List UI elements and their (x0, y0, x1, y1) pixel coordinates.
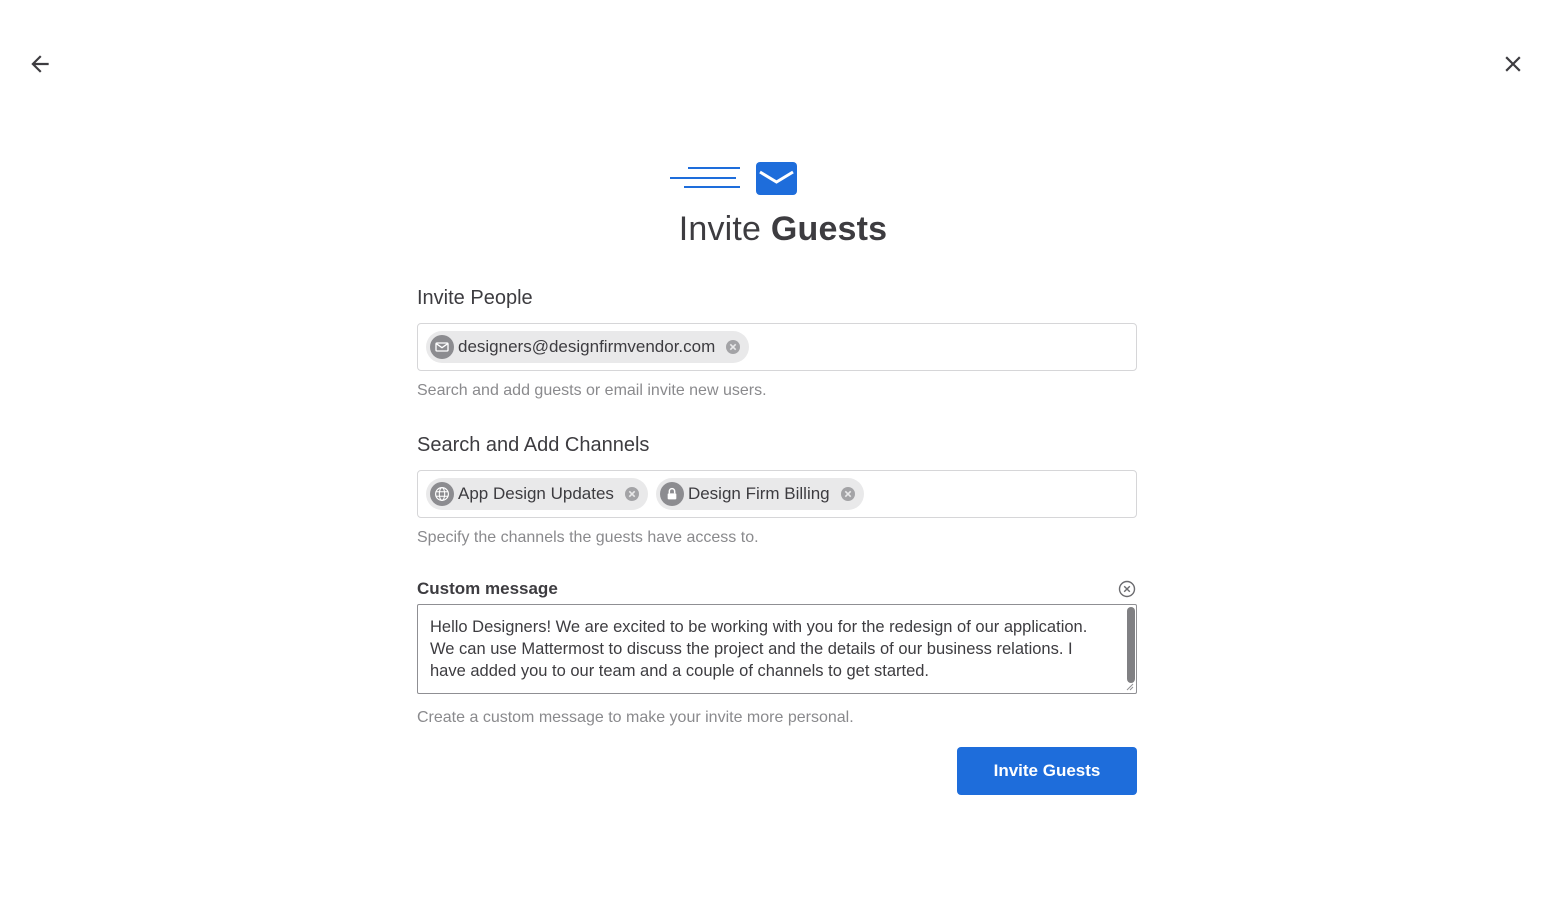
close-button[interactable] (1497, 48, 1529, 80)
remove-chip-icon[interactable] (723, 337, 743, 357)
channel-chip: Design Firm Billing (655, 478, 864, 510)
page-title: Invite Guests (0, 210, 1566, 249)
clear-circle-icon (1118, 580, 1136, 598)
custom-message-help: Create a custom message to make your inv… (417, 709, 854, 726)
channels-help: Specify the channels the guests have acc… (417, 529, 759, 546)
back-button[interactable] (24, 48, 56, 80)
invite-chip-label: designers@designfirmvendor.com (458, 337, 716, 356)
channel-chip: App Design Updates (426, 478, 648, 510)
invite-people-help: Search and add guests or email invite ne… (417, 382, 767, 399)
clear-message-button[interactable] (1117, 579, 1137, 599)
invite-form: Invite People designers@designfirmvendor… (417, 284, 1137, 728)
title-emphasis: Guests (770, 210, 888, 248)
arrow-left-icon (31, 55, 49, 73)
channel-chip-label: Design Firm Billing (687, 484, 830, 503)
custom-message-header: Custom message (417, 579, 1137, 599)
textarea-scrollbar[interactable] (1127, 607, 1135, 683)
invite-people-input[interactable]: designers@designfirmvendor.com (417, 323, 1137, 371)
invite-chip: designers@designfirmvendor.com (426, 331, 750, 363)
channels-label: Search and Add Channels (417, 434, 650, 456)
envelope-sending-icon (670, 162, 797, 195)
custom-message-textarea[interactable]: Hello Designers! We are excited to be wo… (417, 604, 1137, 694)
channel-chip-label: App Design Updates (458, 484, 614, 503)
lock-icon (659, 482, 684, 506)
custom-message-text: Hello Designers! We are excited to be wo… (430, 618, 1088, 680)
invite-people-label: Invite People (417, 287, 533, 309)
title-prefix: Invite (678, 210, 762, 248)
custom-message-label: Custom message (417, 579, 558, 598)
invite-guests-modal: Invite Guests Invite People designers@de… (0, 0, 1566, 915)
email-icon (430, 335, 454, 359)
remove-chip-icon[interactable] (838, 484, 858, 504)
resize-handle-icon[interactable] (1126, 683, 1134, 691)
remove-chip-icon[interactable] (622, 484, 642, 504)
invite-guests-button[interactable]: Invite Guests (957, 747, 1137, 795)
close-icon (1505, 56, 1521, 72)
channels-input[interactable]: App Design Updates Design Firm Billing (417, 470, 1137, 518)
globe-icon (430, 482, 454, 506)
